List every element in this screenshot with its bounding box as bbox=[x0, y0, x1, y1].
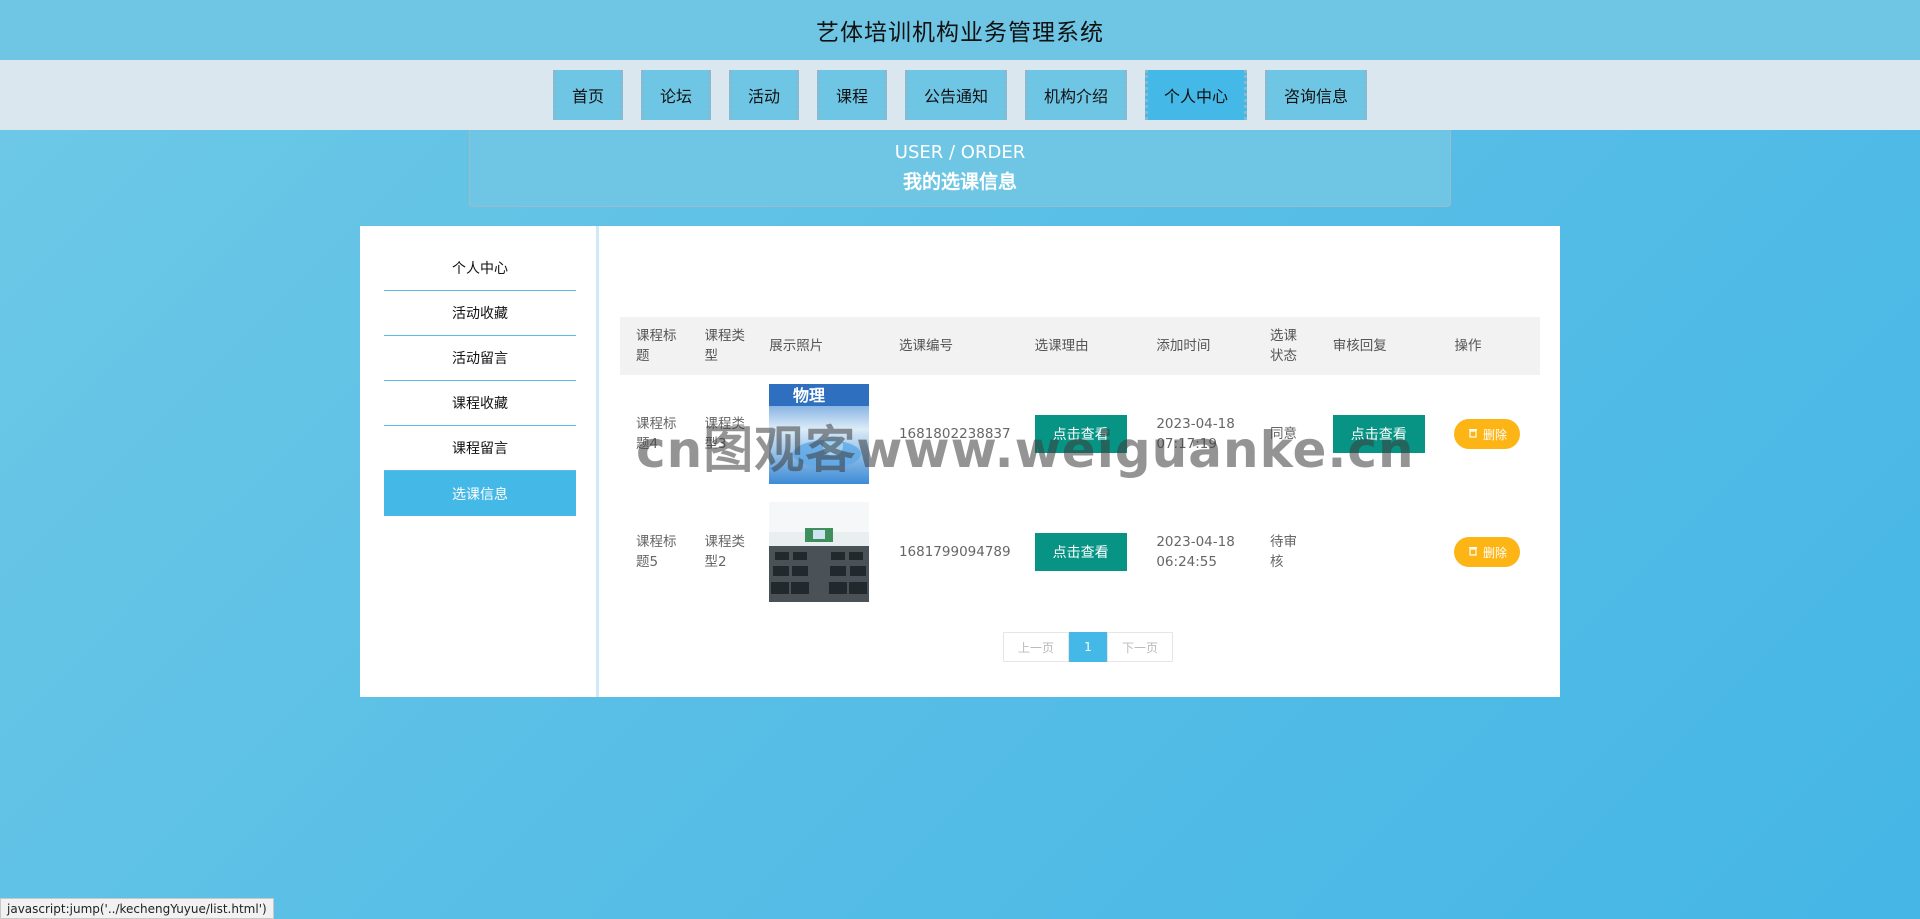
nav-notice[interactable]: 公告通知 bbox=[905, 70, 1008, 120]
col-photo: 展示照片 bbox=[769, 338, 824, 354]
view-reason-button[interactable]: 点击查看 bbox=[1034, 533, 1127, 571]
cell-type: 课程类型2 bbox=[704, 534, 746, 570]
table-row: 课程标题5 课程类型2 1681799094789 点击查看 2023-04-1… bbox=[620, 493, 1540, 611]
delete-label: 删除 bbox=[1482, 427, 1507, 442]
col-reason: 选课理由 bbox=[1034, 338, 1089, 354]
main-nav: 首页 论坛 活动 课程 公告通知 机构介绍 个人中心 咨询信息 bbox=[0, 60, 1920, 130]
watermark: cn图观客www.weiguanke.cn bbox=[636, 421, 1415, 479]
col-title: 课程标题 bbox=[636, 328, 677, 364]
col-type: 课程类型 bbox=[704, 328, 746, 364]
col-status: 选课状态 bbox=[1269, 328, 1297, 364]
nav-forum[interactable]: 论坛 bbox=[640, 70, 711, 120]
sidebar-item-enrollment[interactable]: 选课信息 bbox=[384, 471, 576, 516]
cell-reason: 点击查看 bbox=[1019, 493, 1141, 611]
sidebar-item-activity-favorites[interactable]: 活动收藏 bbox=[384, 291, 576, 336]
cell-actions: 删除 bbox=[1438, 375, 1540, 493]
delete-button[interactable]: 删除 bbox=[1454, 419, 1521, 449]
table-header-row: 课程标题 课程类型 展示照片 选课编号 选课理由 添加时间 选课状态 审核回复 … bbox=[620, 317, 1540, 375]
sidebar: 个人中心 活动收藏 活动留言 课程收藏 课程留言 选课信息 bbox=[360, 226, 599, 697]
next-page-button[interactable]: 下一页 bbox=[1107, 632, 1173, 662]
nav-activity[interactable]: 活动 bbox=[728, 70, 799, 120]
top-header: 艺体培训机构业务管理系统 bbox=[0, 0, 1920, 60]
cell-reply bbox=[1317, 493, 1439, 611]
trash-icon bbox=[1468, 545, 1478, 559]
current-page[interactable]: 1 bbox=[1069, 632, 1107, 662]
nav-about[interactable]: 机构介绍 bbox=[1025, 70, 1128, 120]
cell-status: 待审核 bbox=[1269, 534, 1297, 570]
col-reply: 审核回复 bbox=[1332, 338, 1387, 354]
cell-actions: 删除 bbox=[1438, 493, 1540, 611]
cell-time: 2023-04-18 06:24:55 bbox=[1156, 534, 1235, 570]
pagination: 上一页 1 下一页 bbox=[1003, 632, 1173, 662]
sidebar-item-course-comments[interactable]: 课程留言 bbox=[384, 426, 576, 471]
page-title: 我的选课信息 bbox=[902, 171, 1017, 193]
browser-status-bar: javascript:jump('../kechengYuyue/list.ht… bbox=[0, 898, 274, 919]
cell-code: 1681799094789 bbox=[898, 544, 1011, 560]
nav-consult[interactable]: 咨询信息 bbox=[1265, 70, 1368, 120]
prev-page-button[interactable]: 上一页 bbox=[1003, 632, 1069, 662]
nav-home[interactable]: 首页 bbox=[552, 70, 623, 120]
sidebar-item-activity-comments[interactable]: 活动留言 bbox=[384, 336, 576, 381]
sidebar-item-personal-center[interactable]: 个人中心 bbox=[384, 246, 576, 291]
sidebar-item-course-favorites[interactable]: 课程收藏 bbox=[384, 381, 576, 426]
trash-icon bbox=[1468, 427, 1478, 441]
col-actions: 操作 bbox=[1454, 338, 1482, 354]
classroom-thumbnail[interactable] bbox=[769, 502, 870, 602]
svg-text:物理: 物理 bbox=[793, 386, 825, 405]
col-code: 选课编号 bbox=[898, 338, 953, 354]
cell-title: 课程标题5 bbox=[636, 534, 677, 570]
nav-personal-center[interactable]: 个人中心 bbox=[1145, 70, 1248, 120]
banner-subtitle: USER / ORDER bbox=[894, 142, 1026, 163]
page-banner: USER / ORDER 我的选课信息 bbox=[469, 130, 1451, 207]
cell-photo bbox=[753, 493, 883, 611]
nav-course[interactable]: 课程 bbox=[816, 70, 887, 120]
delete-button[interactable]: 删除 bbox=[1454, 537, 1521, 567]
delete-label: 删除 bbox=[1482, 545, 1507, 560]
site-title: 艺体培训机构业务管理系统 bbox=[816, 20, 1104, 46]
col-time: 添加时间 bbox=[1156, 338, 1211, 354]
